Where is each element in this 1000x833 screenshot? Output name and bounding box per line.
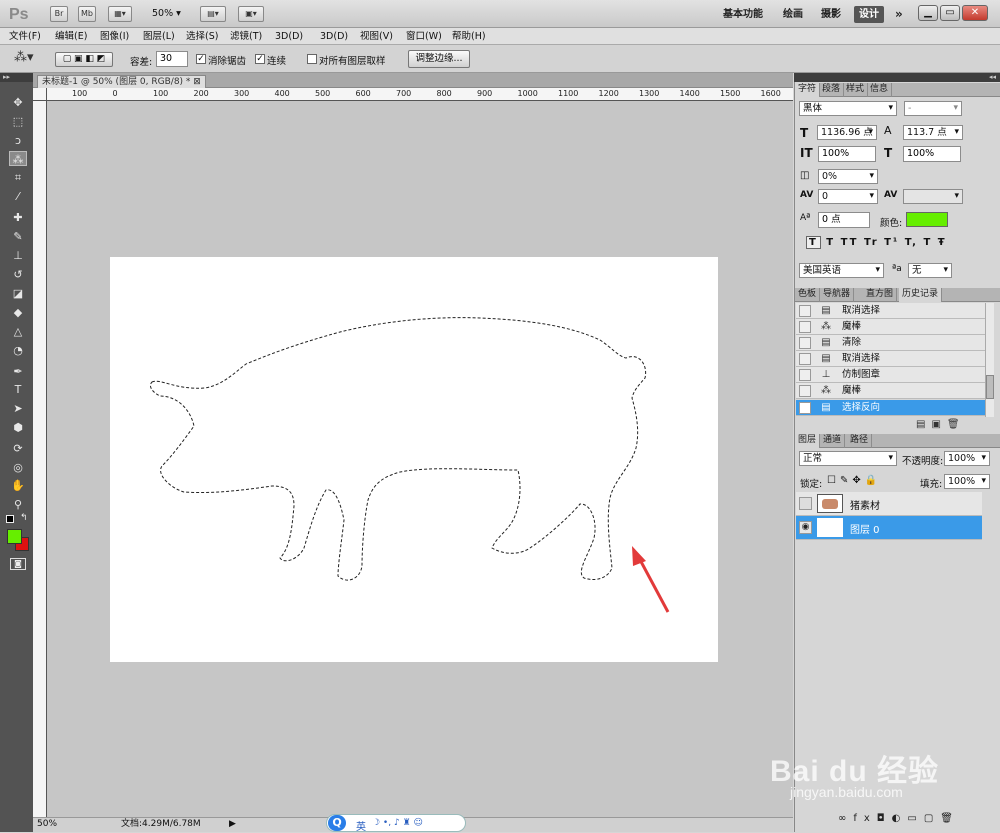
layer-row-selected[interactable]: ◉ 图层 0 bbox=[796, 516, 982, 540]
fill-select[interactable]: 100% bbox=[944, 474, 990, 489]
layer-name[interactable]: 猪素材 bbox=[850, 497, 880, 512]
fill-label: 填充: bbox=[920, 479, 943, 490]
history-step[interactable]: ▤ 取消选择 bbox=[796, 351, 994, 367]
layer-thumbnail bbox=[817, 494, 843, 513]
blend-mode-select[interactable]: 正常 bbox=[799, 451, 897, 466]
history-panel-tabs: 色板 导航器 直方图 历史记录 bbox=[795, 288, 1000, 302]
kerning-select[interactable]: 0 bbox=[818, 189, 878, 204]
tab-channels[interactable]: 通道 bbox=[820, 434, 846, 448]
text-style-buttons[interactable]: T T TT Tr T¹ T, T Ŧ bbox=[806, 236, 962, 253]
kerning-icon: AV bbox=[800, 190, 814, 200]
tracking-select[interactable] bbox=[903, 189, 963, 204]
history-step[interactable]: ▤ 清除 bbox=[796, 335, 994, 351]
document-icon: ▤ bbox=[821, 353, 831, 364]
pig-thumbnail-icon bbox=[822, 499, 838, 509]
tab-navigator[interactable]: 导航器 bbox=[820, 288, 855, 302]
language-select[interactable]: 美国英语 bbox=[799, 263, 884, 278]
layers-footer-icons[interactable]: ∞fx◘◐▭▢🗑 bbox=[838, 813, 960, 824]
lock-buttons[interactable]: ☐✎✥🔒 bbox=[827, 475, 881, 486]
status-zoom[interactable]: 50% bbox=[37, 818, 57, 831]
font-style-select[interactable]: - bbox=[904, 101, 962, 116]
status-menu-arrow-icon[interactable]: ▶ bbox=[229, 818, 236, 831]
tab-info[interactable]: 信息 bbox=[867, 83, 893, 97]
document-icon: ▤ bbox=[821, 402, 831, 413]
opacity-select[interactable]: 100% bbox=[944, 451, 990, 466]
leading-icon: A bbox=[884, 124, 892, 137]
vertical-scale-icon: IT bbox=[800, 146, 813, 160]
baidu-url: jingyan.baidu.com bbox=[790, 784, 903, 800]
antialias-method-icon: ªa bbox=[892, 264, 902, 274]
horizontal-scale-input[interactable]: 100% bbox=[903, 146, 961, 162]
ime-language[interactable]: 英 bbox=[356, 818, 366, 833]
history-scrollbar[interactable] bbox=[985, 303, 994, 417]
layer-name[interactable]: 图层 0 bbox=[850, 521, 880, 536]
annotation-arrowhead-canvas bbox=[632, 546, 646, 566]
font-family-select[interactable]: 黑体 bbox=[799, 101, 897, 116]
tab-character[interactable]: 字符 bbox=[795, 83, 821, 97]
visibility-toggle[interactable] bbox=[799, 497, 812, 510]
history-step-current[interactable]: ▤ 选择反向 bbox=[796, 400, 994, 416]
document-icon: ▤ bbox=[821, 305, 831, 316]
history-footer-icons[interactable]: ▤▣🗑 bbox=[916, 419, 966, 430]
tab-layers[interactable]: 图层 bbox=[795, 434, 821, 448]
lock-label: 锁定: bbox=[800, 479, 823, 490]
color-label: 颜色: bbox=[880, 218, 903, 229]
pig-selection-outline bbox=[149, 317, 647, 581]
tab-styles[interactable]: 样式 bbox=[843, 83, 869, 97]
baseline-shift-icon: Aª bbox=[800, 213, 811, 223]
history-step[interactable]: ▤ 取消选择 bbox=[796, 303, 994, 319]
panel-dock-collapse[interactable]: ◂◂ bbox=[794, 73, 1000, 82]
tracking-ratio-select[interactable]: 0% bbox=[818, 169, 878, 184]
layer-row[interactable]: 猪素材 bbox=[796, 492, 982, 516]
tab-history[interactable]: 历史记录 bbox=[899, 288, 943, 302]
tab-paragraph[interactable]: 段落 bbox=[819, 83, 845, 97]
ime-logo-icon[interactable]: Q bbox=[328, 815, 346, 831]
font-size-select[interactable]: 1136.96 点 bbox=[817, 125, 877, 140]
ime-tools-icons[interactable]: ☽ •, ♪ ♜ ☺ bbox=[372, 818, 423, 828]
annotation-arrow-canvas bbox=[636, 555, 670, 613]
character-panel-tabs: 字符 段落 样式 信息 bbox=[795, 83, 1000, 97]
text-color-swatch[interactable] bbox=[906, 212, 948, 227]
vertical-scale-input[interactable]: 100% bbox=[818, 146, 876, 162]
horizontal-scale-icon: T bbox=[884, 146, 893, 160]
tab-paths[interactable]: 路径 bbox=[847, 434, 873, 448]
opacity-label: 不透明度: bbox=[902, 456, 944, 467]
eye-icon[interactable]: ◉ bbox=[799, 521, 812, 534]
history-step[interactable]: ⊥ 仿制图章 bbox=[796, 367, 994, 383]
history-step[interactable]: ⁂ 魔棒 bbox=[796, 383, 994, 399]
status-doc-size[interactable]: 文档:4.29M/6.78M bbox=[121, 818, 201, 831]
tab-swatches[interactable]: 色板 bbox=[795, 288, 821, 302]
antialias-method-select[interactable]: 无 bbox=[908, 263, 952, 278]
layer-thumbnail bbox=[817, 518, 843, 537]
tracking-icon: AV bbox=[884, 190, 898, 200]
tab-histogram[interactable]: 直方图 bbox=[863, 288, 898, 302]
stamp-icon: ⊥ bbox=[821, 369, 831, 380]
history-step[interactable]: ⁂ 魔棒 bbox=[796, 319, 994, 335]
document-icon: ▤ bbox=[821, 337, 831, 348]
leading-select[interactable]: 113.7 点 bbox=[903, 125, 963, 140]
magic-wand-icon: ⁂ bbox=[821, 321, 831, 332]
magic-wand-icon: ⁂ bbox=[821, 385, 831, 396]
layers-panel-tabs: 图层 通道 路径 bbox=[795, 434, 1000, 448]
baseline-shift-input[interactable]: 0 点 bbox=[818, 212, 870, 228]
font-size-icon: T bbox=[800, 126, 809, 140]
tracking-ratio-icon: ◫ bbox=[800, 170, 810, 181]
